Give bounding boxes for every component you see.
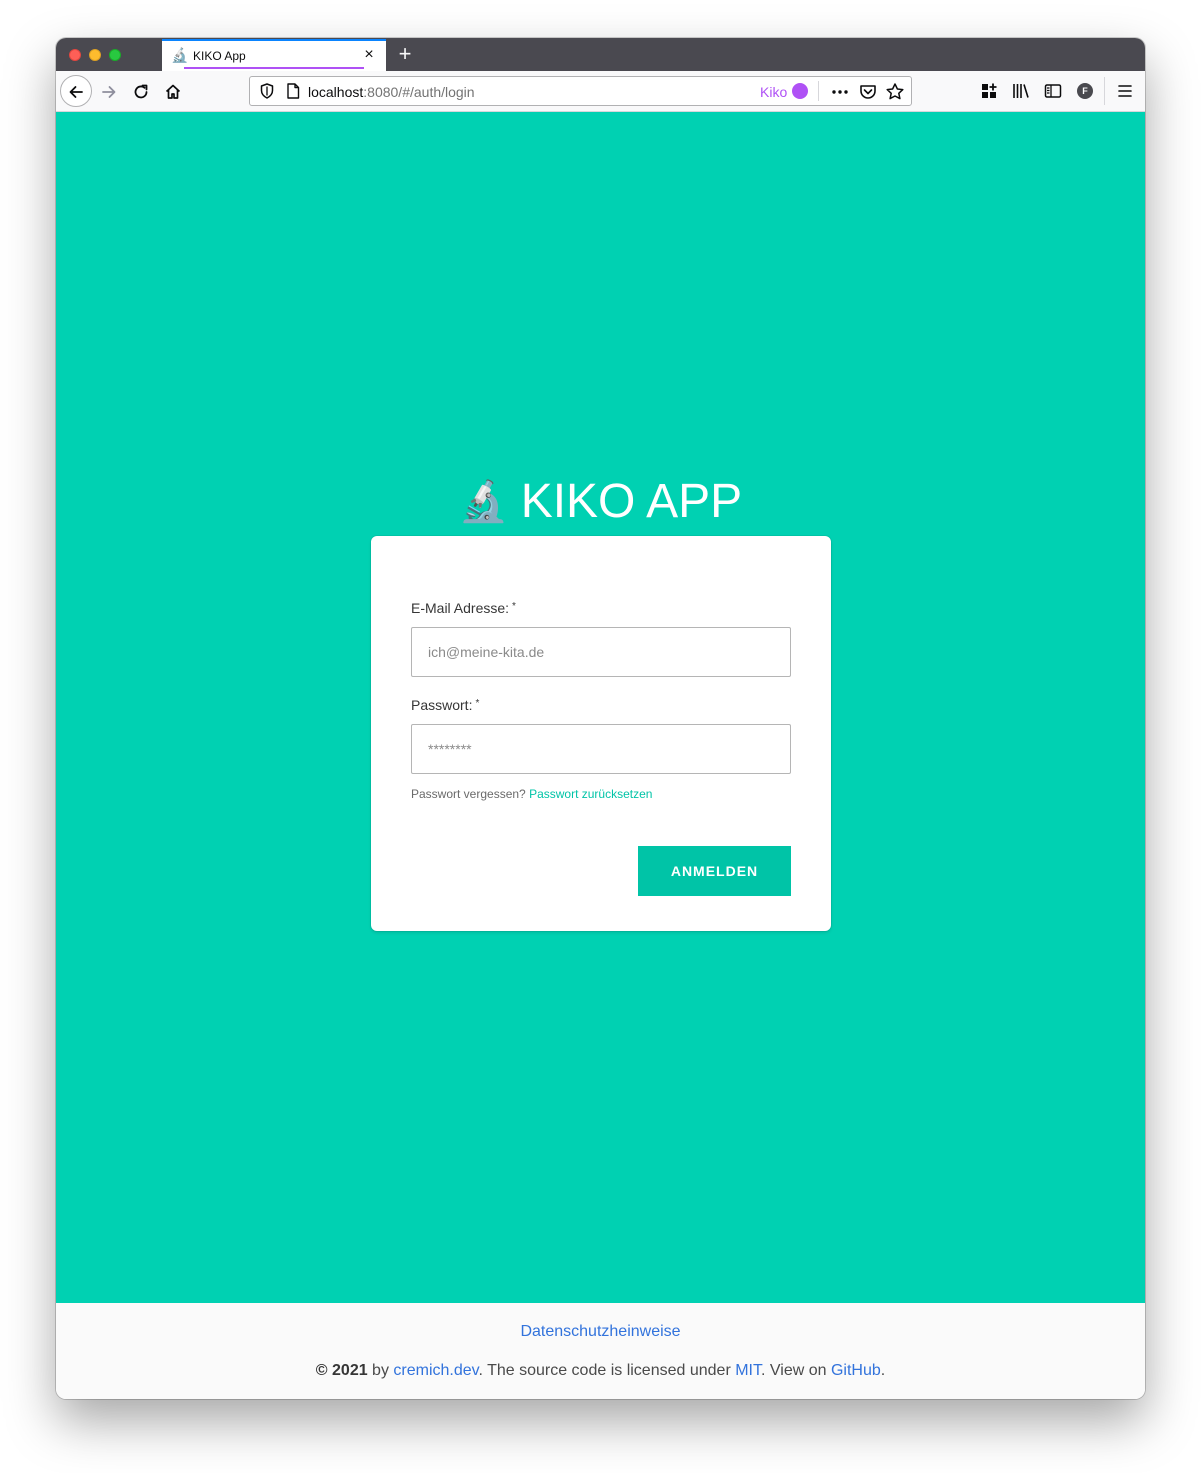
url-text[interactable]: localhost:8080/#/auth/login (308, 84, 475, 100)
email-required-mark: * (512, 601, 516, 612)
license-link[interactable]: MIT (735, 1362, 761, 1379)
forward-button[interactable] (95, 77, 123, 105)
password-input[interactable] (411, 724, 791, 774)
email-label: E-Mail Adresse: * (411, 600, 516, 616)
bookmark-star-icon[interactable] (884, 81, 906, 103)
container-indicator-line (184, 67, 364, 69)
reload-icon (134, 84, 148, 99)
hero-section: 🔬KIKO APP E-Mail Adresse:* Passwort:* Pa… (56, 112, 1145, 1303)
tab-close-icon[interactable]: × (360, 46, 378, 64)
more-actions-icon[interactable] (829, 81, 851, 103)
copyright-line: © 2021 by cremich.dev. The source code i… (56, 1362, 1145, 1380)
github-link[interactable]: GitHub (831, 1362, 881, 1379)
new-tab-button[interactable]: + (393, 42, 417, 66)
library-icon[interactable] (1010, 80, 1032, 102)
login-button[interactable]: ANMELDEN (638, 846, 791, 896)
address-bar[interactable]: localhost:8080/#/auth/login Kiko (249, 76, 912, 106)
close-window-button[interactable] (69, 49, 81, 61)
browser-tab-active[interactable]: 🔬 KIKO App × (162, 39, 386, 71)
navigation-toolbar: localhost:8080/#/auth/login Kiko F (56, 71, 1145, 112)
container-dot-icon (792, 83, 808, 99)
web-page: 🔬KIKO APP E-Mail Adresse:* Passwort:* Pa… (56, 112, 1145, 1399)
app-title-text: KIKO APP (520, 475, 743, 528)
microscope-icon: 🔬 (458, 480, 509, 524)
tab-title: KIKO App (193, 49, 246, 63)
privacy-link[interactable]: Datenschutzheinweise (520, 1323, 680, 1340)
browser-window: 🔬 KIKO App × + localhost:8080/#/auth/log… (56, 38, 1145, 1399)
url-divider (818, 81, 819, 101)
menu-icon[interactable] (1114, 80, 1136, 102)
page-footer: Datenschutzheinweise © 2021 by cremich.d… (56, 1303, 1145, 1399)
url-path: :8080/#/auth/login (363, 84, 475, 100)
tracking-shield-icon[interactable] (258, 82, 276, 100)
forgot-password-hint: Passwort vergessen? Passwort zurücksetze… (411, 787, 652, 801)
login-card: E-Mail Adresse:* Passwort:* Passwort ver… (371, 536, 831, 931)
url-host: localhost (308, 84, 364, 100)
password-label-text: Passwort: (411, 697, 473, 713)
footer-by-text: by (367, 1362, 394, 1379)
toolbar-divider (1104, 77, 1105, 105)
reset-password-link[interactable]: Passwort zurücksetzen (529, 787, 652, 801)
email-input[interactable] (411, 627, 791, 677)
account-icon[interactable]: F (1077, 83, 1093, 99)
extensions-icon[interactable] (978, 80, 1000, 102)
forgot-password-text: Passwort vergessen? (411, 787, 526, 801)
back-arrow-icon (69, 86, 83, 99)
minimize-window-button[interactable] (89, 49, 101, 61)
forward-arrow-icon (102, 86, 116, 99)
email-label-text: E-Mail Adresse: (411, 600, 510, 616)
home-button[interactable] (159, 77, 187, 105)
footer-license-text: . The source code is licensed under (478, 1362, 736, 1379)
microscope-favicon-icon: 🔬 (171, 47, 189, 63)
app-title: 🔬 KIKO APP (56, 472, 1145, 532)
back-button[interactable] (60, 75, 92, 107)
copyright-year: © 2021 (315, 1362, 368, 1379)
footer-view-text: . View on (761, 1362, 831, 1379)
sidebar-icon[interactable] (1042, 80, 1064, 102)
home-icon (165, 84, 181, 100)
tab-strip: 🔬 KIKO App × + (56, 38, 1145, 71)
maximize-window-button[interactable] (109, 49, 121, 61)
password-required-mark: * (475, 698, 480, 709)
password-label: Passwort: * (411, 697, 479, 713)
container-label[interactable]: Kiko (760, 84, 787, 100)
footer-end-text: . (880, 1362, 886, 1379)
author-link[interactable]: cremich.dev (393, 1362, 478, 1379)
reload-button[interactable] (127, 77, 155, 105)
page-info-icon[interactable] (284, 82, 302, 100)
pocket-icon[interactable] (857, 81, 879, 103)
privacy-row: Datenschutzheinweise (56, 1323, 1145, 1341)
